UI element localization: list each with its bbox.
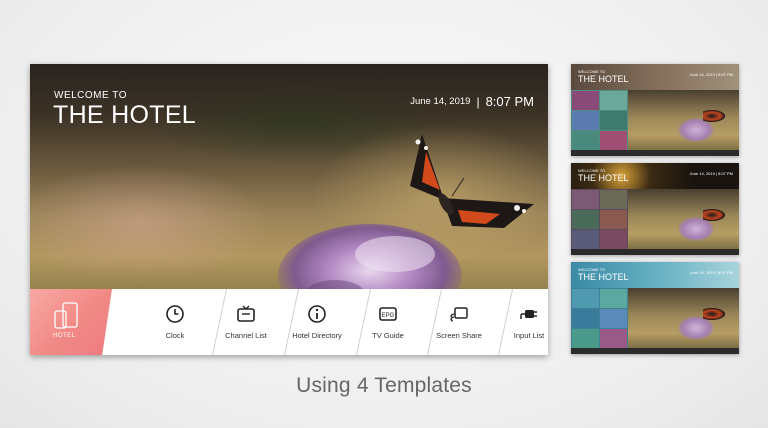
app-label: Hotel Directory — [292, 331, 342, 340]
clock-icon — [166, 305, 184, 323]
template-preview-1[interactable]: WELCOME TO THE HOTEL June 14, 2019 | 8:0… — [571, 64, 739, 156]
template-title-text: THE HOTEL — [578, 272, 629, 282]
svg-text:EPG: EPG — [382, 313, 395, 319]
date-time-display: June 14, 2019 | 8:07 PM — [410, 94, 534, 109]
template-title-text: THE HOTEL — [578, 74, 629, 84]
hotel-logo-text: HOTEL — [53, 333, 76, 339]
main-template-preview: WELCOME TO THE HOTEL June 14, 2019 | 8:0… — [30, 64, 548, 355]
app-label: Clock — [165, 331, 185, 340]
app-label: TV Guide — [372, 331, 404, 340]
date-text: June 14, 2019 — [410, 96, 471, 107]
app-tile-hotel-directory[interactable]: Hotel Directory — [281, 289, 353, 355]
app-label: Screen Share — [436, 331, 482, 340]
info-icon — [308, 305, 326, 323]
template-datetime-text: June 14, 2019 | 8:07 PM — [689, 171, 733, 176]
date-time-separator: | — [476, 94, 480, 109]
app-launcher-bar: HOTEL Clock Channel List Hotel Directory… — [30, 289, 548, 355]
app-label: Channel List — [225, 331, 267, 340]
tv-guide-icon: EPG — [379, 307, 397, 321]
app-tile-screen-share[interactable]: Screen Share — [423, 289, 495, 355]
hotel-logo-tile[interactable]: HOTEL — [30, 289, 112, 355]
app-tile-channel-list[interactable]: Channel List — [210, 289, 282, 355]
screen-share-icon — [450, 307, 468, 322]
app-tile-tv-guide[interactable]: EPG TV Guide — [352, 289, 424, 355]
input-plug-icon — [520, 310, 537, 319]
template-title-text: THE HOTEL — [578, 173, 629, 183]
butterfly-image — [410, 134, 534, 228]
template-datetime-text: June 14, 2019 | 8:07 PM — [689, 270, 733, 275]
hotel-title: THE HOTEL — [53, 101, 196, 129]
hotel-devices-icon — [54, 302, 78, 329]
caption-text: Using 4 Templates — [296, 374, 472, 397]
tv-icon — [237, 305, 255, 322]
time-text: 8:07 PM — [485, 94, 534, 109]
template-preview-2[interactable]: WELCOME TO THE HOTEL June 14, 2019 | 8:0… — [571, 163, 739, 255]
template-preview-3[interactable]: WELCOME TO THE HOTEL June 14, 2019 | 8:0… — [571, 262, 739, 354]
app-tile-input-list[interactable]: Input List — [493, 289, 548, 355]
app-tile-clock[interactable]: Clock — [139, 289, 211, 355]
template-datetime-text: June 14, 2019 | 8:07 PM — [689, 72, 733, 77]
app-label: Input List — [513, 331, 545, 340]
welcome-subtitle: WELCOME TO — [54, 90, 127, 101]
